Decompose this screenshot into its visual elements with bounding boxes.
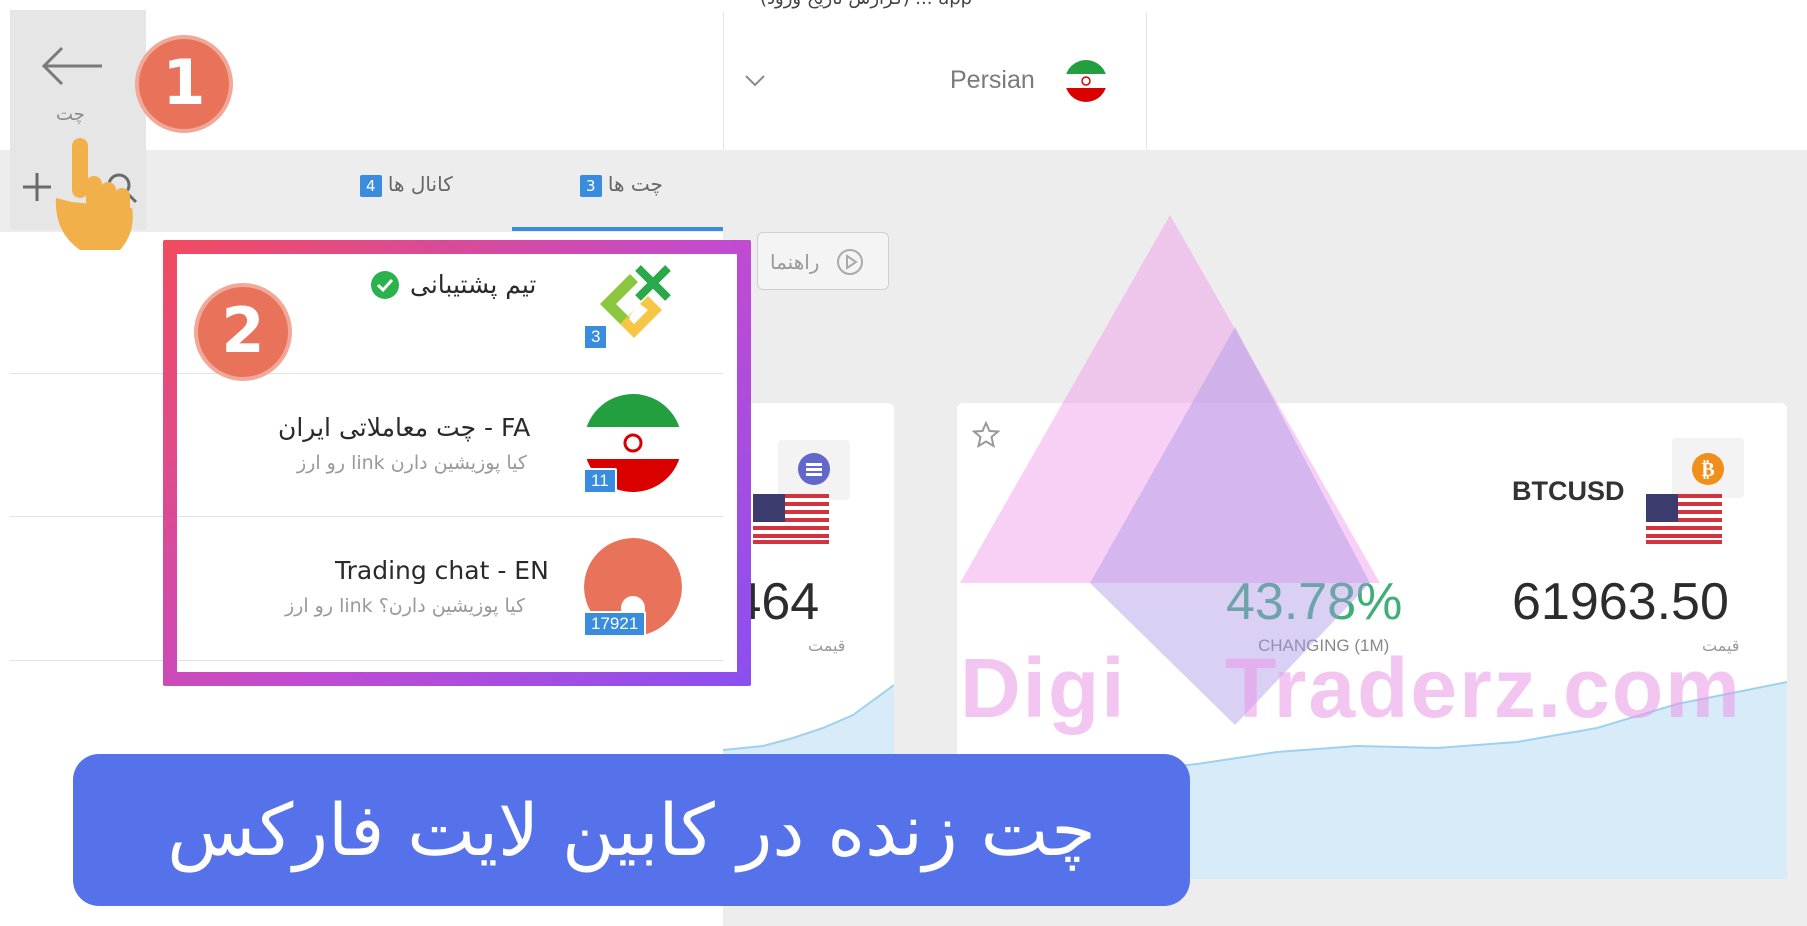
play-icon	[837, 249, 863, 275]
watermark-text-right: Traderz.com	[1225, 641, 1742, 735]
price-value: 61963.50	[1512, 573, 1729, 631]
price-label: قیمت	[808, 636, 846, 655]
chat-last-message: رو ارز link کیا پوزیشین دارن	[297, 452, 527, 474]
tab-chats-badge: 3	[580, 175, 602, 197]
language-label[interactable]: Persian	[950, 66, 1035, 95]
top-cut-text: (گزارش تاریخ ورود) ... app	[760, 0, 972, 9]
active-tab-indicator	[512, 227, 723, 231]
step-1-marker: 1	[135, 35, 233, 133]
chat-title: چت معاملاتی ایران - FA	[278, 413, 531, 442]
sparkline-chart	[723, 684, 894, 759]
svg-text:₿: ₿	[1701, 457, 1714, 481]
tab-chats[interactable]: 3 چت ها	[574, 172, 663, 197]
tab-channels[interactable]: 4 کانال ها	[354, 172, 453, 197]
chat-title: Trading chat - EN	[335, 556, 549, 585]
ethereum-coin-icon	[798, 453, 830, 485]
row-divider	[177, 660, 723, 661]
bitcoin-coin-icon: ₿	[1692, 453, 1724, 485]
guide-label: راهنما	[770, 250, 820, 274]
chat-last-message: رو ارز link کیا پوزیشین دارن؟	[285, 595, 526, 617]
arrow-left-icon[interactable]	[40, 44, 106, 88]
screen: (گزارش تاریخ ورود) ... app Persian راهنم…	[0, 0, 1807, 926]
pointer-hand-icon	[55, 138, 133, 250]
plus-icon[interactable]	[20, 170, 54, 204]
unread-count-badge: 11	[583, 468, 617, 494]
caption-text: چت زنده در کابین لایت فارکس	[167, 788, 1096, 872]
tab-chats-label: چت ها	[607, 172, 663, 196]
step-2-number: 2	[221, 294, 264, 367]
chevron-down-icon[interactable]	[740, 68, 770, 92]
watermark-text-left: Digi	[960, 641, 1127, 735]
us-flag-icon	[1646, 494, 1722, 544]
chat-title: تیم پشتیبانی	[410, 270, 537, 299]
step-1-number: 1	[162, 46, 205, 119]
back-label: چت	[56, 104, 85, 125]
symbol-label: BTCUSD	[1512, 476, 1625, 506]
us-flag-icon	[753, 494, 829, 544]
tab-channels-badge: 4	[360, 175, 382, 197]
unread-count-badge: 3	[583, 324, 609, 350]
tab-channels-label: کانال ها	[387, 172, 453, 196]
iran-flag-icon	[1065, 60, 1107, 102]
step-2-marker: 2	[194, 283, 292, 381]
verified-check-icon	[371, 271, 399, 299]
unread-count-badge: 17921	[583, 611, 647, 637]
